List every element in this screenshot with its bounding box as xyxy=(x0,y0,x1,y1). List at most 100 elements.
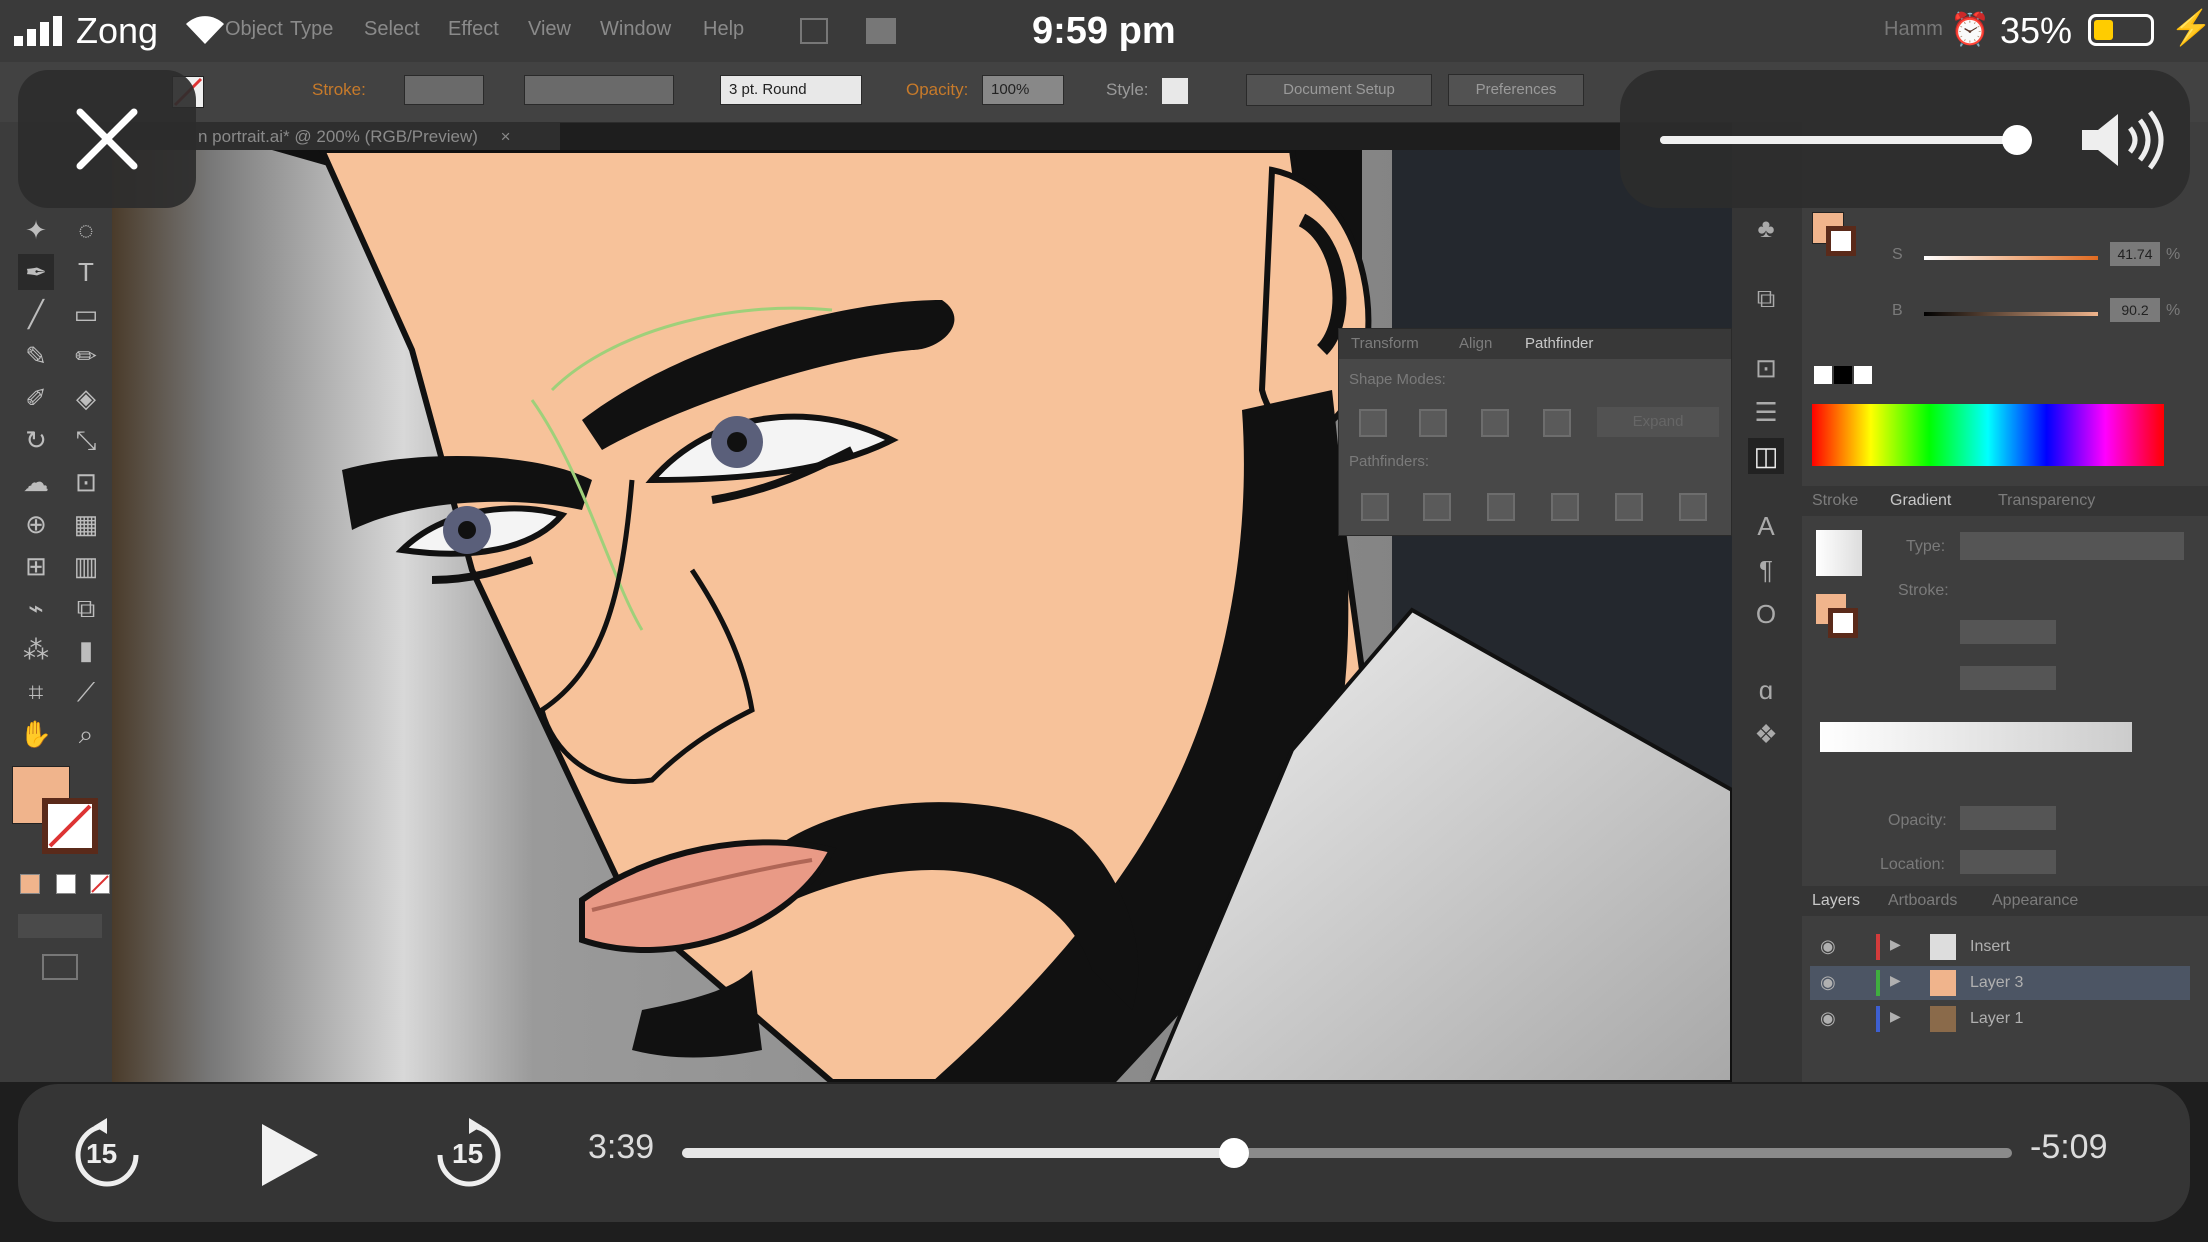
paragraph-panel-icon[interactable]: ¶ xyxy=(1748,552,1784,588)
tab-appearance[interactable]: Appearance xyxy=(1992,892,2078,910)
hand-tool-icon[interactable]: ✋ xyxy=(18,716,54,752)
gradient-stroke-swatch[interactable] xyxy=(1828,608,1858,638)
none-mode-icon[interactable] xyxy=(90,874,110,894)
artboard-tool-icon[interactable]: ⌗ xyxy=(18,674,54,710)
color-spectrum-bar[interactable] xyxy=(1812,404,2164,466)
gradient-preview[interactable] xyxy=(1816,530,1862,576)
paintbrush-tool-icon[interactable]: ✎ xyxy=(18,338,54,374)
white-swatch[interactable] xyxy=(1854,366,1872,384)
rectangle-tool-icon[interactable]: ▭ xyxy=(68,296,104,332)
trim-icon[interactable] xyxy=(1423,493,1451,521)
divide-icon[interactable] xyxy=(1361,493,1389,521)
outline-icon[interactable] xyxy=(1615,493,1643,521)
scale-tool-icon[interactable]: ⤡ xyxy=(68,422,104,458)
minus-back-icon[interactable] xyxy=(1679,493,1707,521)
preferences-button[interactable]: Preferences xyxy=(1448,74,1584,106)
screen-mode-icon[interactable] xyxy=(42,954,78,980)
pencil-tool-icon[interactable]: ✏ xyxy=(68,338,104,374)
perspective-grid-tool-icon[interactable]: ▦ xyxy=(68,506,104,542)
opacity-field[interactable]: 100% xyxy=(982,75,1064,105)
layer-row-selected[interactable]: ◉ ▶ Layer 3 xyxy=(1810,966,2190,1000)
tab-stroke[interactable]: Stroke xyxy=(1812,492,1858,510)
magic-wand-tool-icon[interactable]: ✦ xyxy=(18,212,54,248)
none-swatch[interactable] xyxy=(1814,366,1832,384)
eraser-tool-icon[interactable]: ◈ xyxy=(68,380,104,416)
stroke-weight-field[interactable] xyxy=(404,75,484,105)
pathfinder-panel-icon[interactable]: ◫ xyxy=(1748,438,1784,474)
draw-mode-icons[interactable] xyxy=(18,914,102,938)
graphic-style-swatch[interactable] xyxy=(1162,78,1188,104)
mesh-tool-icon[interactable]: ⊞ xyxy=(18,548,54,584)
glyphs-panel-icon[interactable]: ɑ xyxy=(1748,672,1784,708)
document-setup-button[interactable]: Document Setup xyxy=(1246,74,1432,106)
brightness-field[interactable]: 90.2 xyxy=(2110,298,2160,322)
play-button[interactable] xyxy=(252,1120,322,1190)
brush-definition-field[interactable]: 3 pt. Round xyxy=(720,75,862,105)
gradient-slider[interactable] xyxy=(1820,722,2132,752)
tab-transparency[interactable]: Transparency xyxy=(1998,492,2095,510)
volume-slider-track[interactable] xyxy=(1660,125,2033,155)
layer-name[interactable]: Layer 3 xyxy=(1970,974,2023,992)
layer-row[interactable]: ◉ ▶ Insert xyxy=(1810,930,2190,964)
blend-tool-icon[interactable]: ⧉ xyxy=(68,590,104,626)
tab-layers[interactable]: Layers xyxy=(1812,892,1860,910)
gradient-mode-icon[interactable] xyxy=(56,874,76,894)
visibility-eye-icon[interactable]: ◉ xyxy=(1820,936,1836,957)
layer-name[interactable]: Insert xyxy=(1970,938,2010,956)
symbols-panel-icon[interactable]: ♣ xyxy=(1748,210,1784,246)
expand-button[interactable]: Expand xyxy=(1597,407,1719,437)
symbol-sprayer-tool-icon[interactable]: ⁂ xyxy=(18,632,54,668)
document-tab-close-icon[interactable]: × xyxy=(501,127,511,146)
eyedropper-tool-icon[interactable]: ⌁ xyxy=(18,590,54,626)
variable-width-field[interactable] xyxy=(524,75,674,105)
black-swatch[interactable] xyxy=(1834,366,1852,384)
gradient-tool-icon[interactable]: ▥ xyxy=(68,548,104,584)
merge-icon[interactable] xyxy=(1487,493,1515,521)
unite-icon[interactable] xyxy=(1359,409,1387,437)
scrubber-knob[interactable] xyxy=(1218,1138,1249,1168)
expand-triangle-icon[interactable]: ▶ xyxy=(1890,936,1901,953)
line-tool-icon[interactable]: ╱ xyxy=(18,296,54,332)
artboard-canvas[interactable] xyxy=(112,150,1732,1082)
warp-tool-icon[interactable]: ☁ xyxy=(18,464,54,500)
saturation-slider[interactable] xyxy=(1924,256,2098,260)
column-graph-tool-icon[interactable]: ▮ xyxy=(68,632,104,668)
layer-name[interactable]: Layer 1 xyxy=(1970,1010,2023,1028)
visibility-eye-icon[interactable]: ◉ xyxy=(1820,1008,1836,1029)
exclude-icon[interactable] xyxy=(1543,409,1571,437)
color-mode-icon[interactable] xyxy=(20,874,40,894)
tab-artboards[interactable]: Artboards xyxy=(1888,892,1957,910)
intersect-icon[interactable] xyxy=(1481,409,1509,437)
slice-tool-icon[interactable]: ⟋ xyxy=(68,674,104,710)
brightness-slider[interactable] xyxy=(1924,312,2098,316)
saturation-field[interactable]: 41.74 xyxy=(2110,242,2160,266)
lasso-tool-icon[interactable]: ◌ xyxy=(68,212,104,248)
crop-icon[interactable] xyxy=(1551,493,1579,521)
skip-back-15-button[interactable]: 15 xyxy=(70,1118,144,1192)
transform-panel-icon[interactable]: ⧉ xyxy=(1748,280,1784,316)
gradient-angle-field[interactable] xyxy=(1960,620,2056,644)
minus-front-icon[interactable] xyxy=(1419,409,1447,437)
align-panel-icon[interactable]: ☰ xyxy=(1748,394,1784,430)
zoom-tool-icon[interactable]: ⌕ xyxy=(68,716,104,752)
expand-triangle-icon[interactable]: ▶ xyxy=(1890,972,1901,989)
gradient-location-field[interactable] xyxy=(1960,850,2056,874)
close-button[interactable] xyxy=(18,70,196,208)
transform-bounds-icon[interactable]: ⊡ xyxy=(1748,350,1784,386)
skip-forward-15-button[interactable]: 15 xyxy=(432,1118,506,1192)
tab-gradient[interactable]: Gradient xyxy=(1890,492,1951,510)
visibility-eye-icon[interactable]: ◉ xyxy=(1820,972,1836,993)
gradient-opacity-field[interactable] xyxy=(1960,806,2056,830)
rotate-tool-icon[interactable]: ↻ xyxy=(18,422,54,458)
color-stroke-swatch[interactable] xyxy=(1826,226,1856,256)
type-tool-icon[interactable]: T xyxy=(68,254,104,290)
character-panel-icon[interactable]: A xyxy=(1748,508,1784,544)
tab-align[interactable]: Align xyxy=(1459,335,1492,352)
gradient-type-dropdown[interactable] xyxy=(1960,532,2184,560)
opentype-panel-icon[interactable]: O xyxy=(1748,596,1784,632)
stroke-swatch[interactable] xyxy=(42,798,98,854)
shape-builder-tool-icon[interactable]: ⊕ xyxy=(18,506,54,542)
gradient-aspect-field[interactable] xyxy=(1960,666,2056,690)
scrubber-track[interactable] xyxy=(682,1138,2012,1168)
free-transform-tool-icon[interactable]: ⊡ xyxy=(68,464,104,500)
